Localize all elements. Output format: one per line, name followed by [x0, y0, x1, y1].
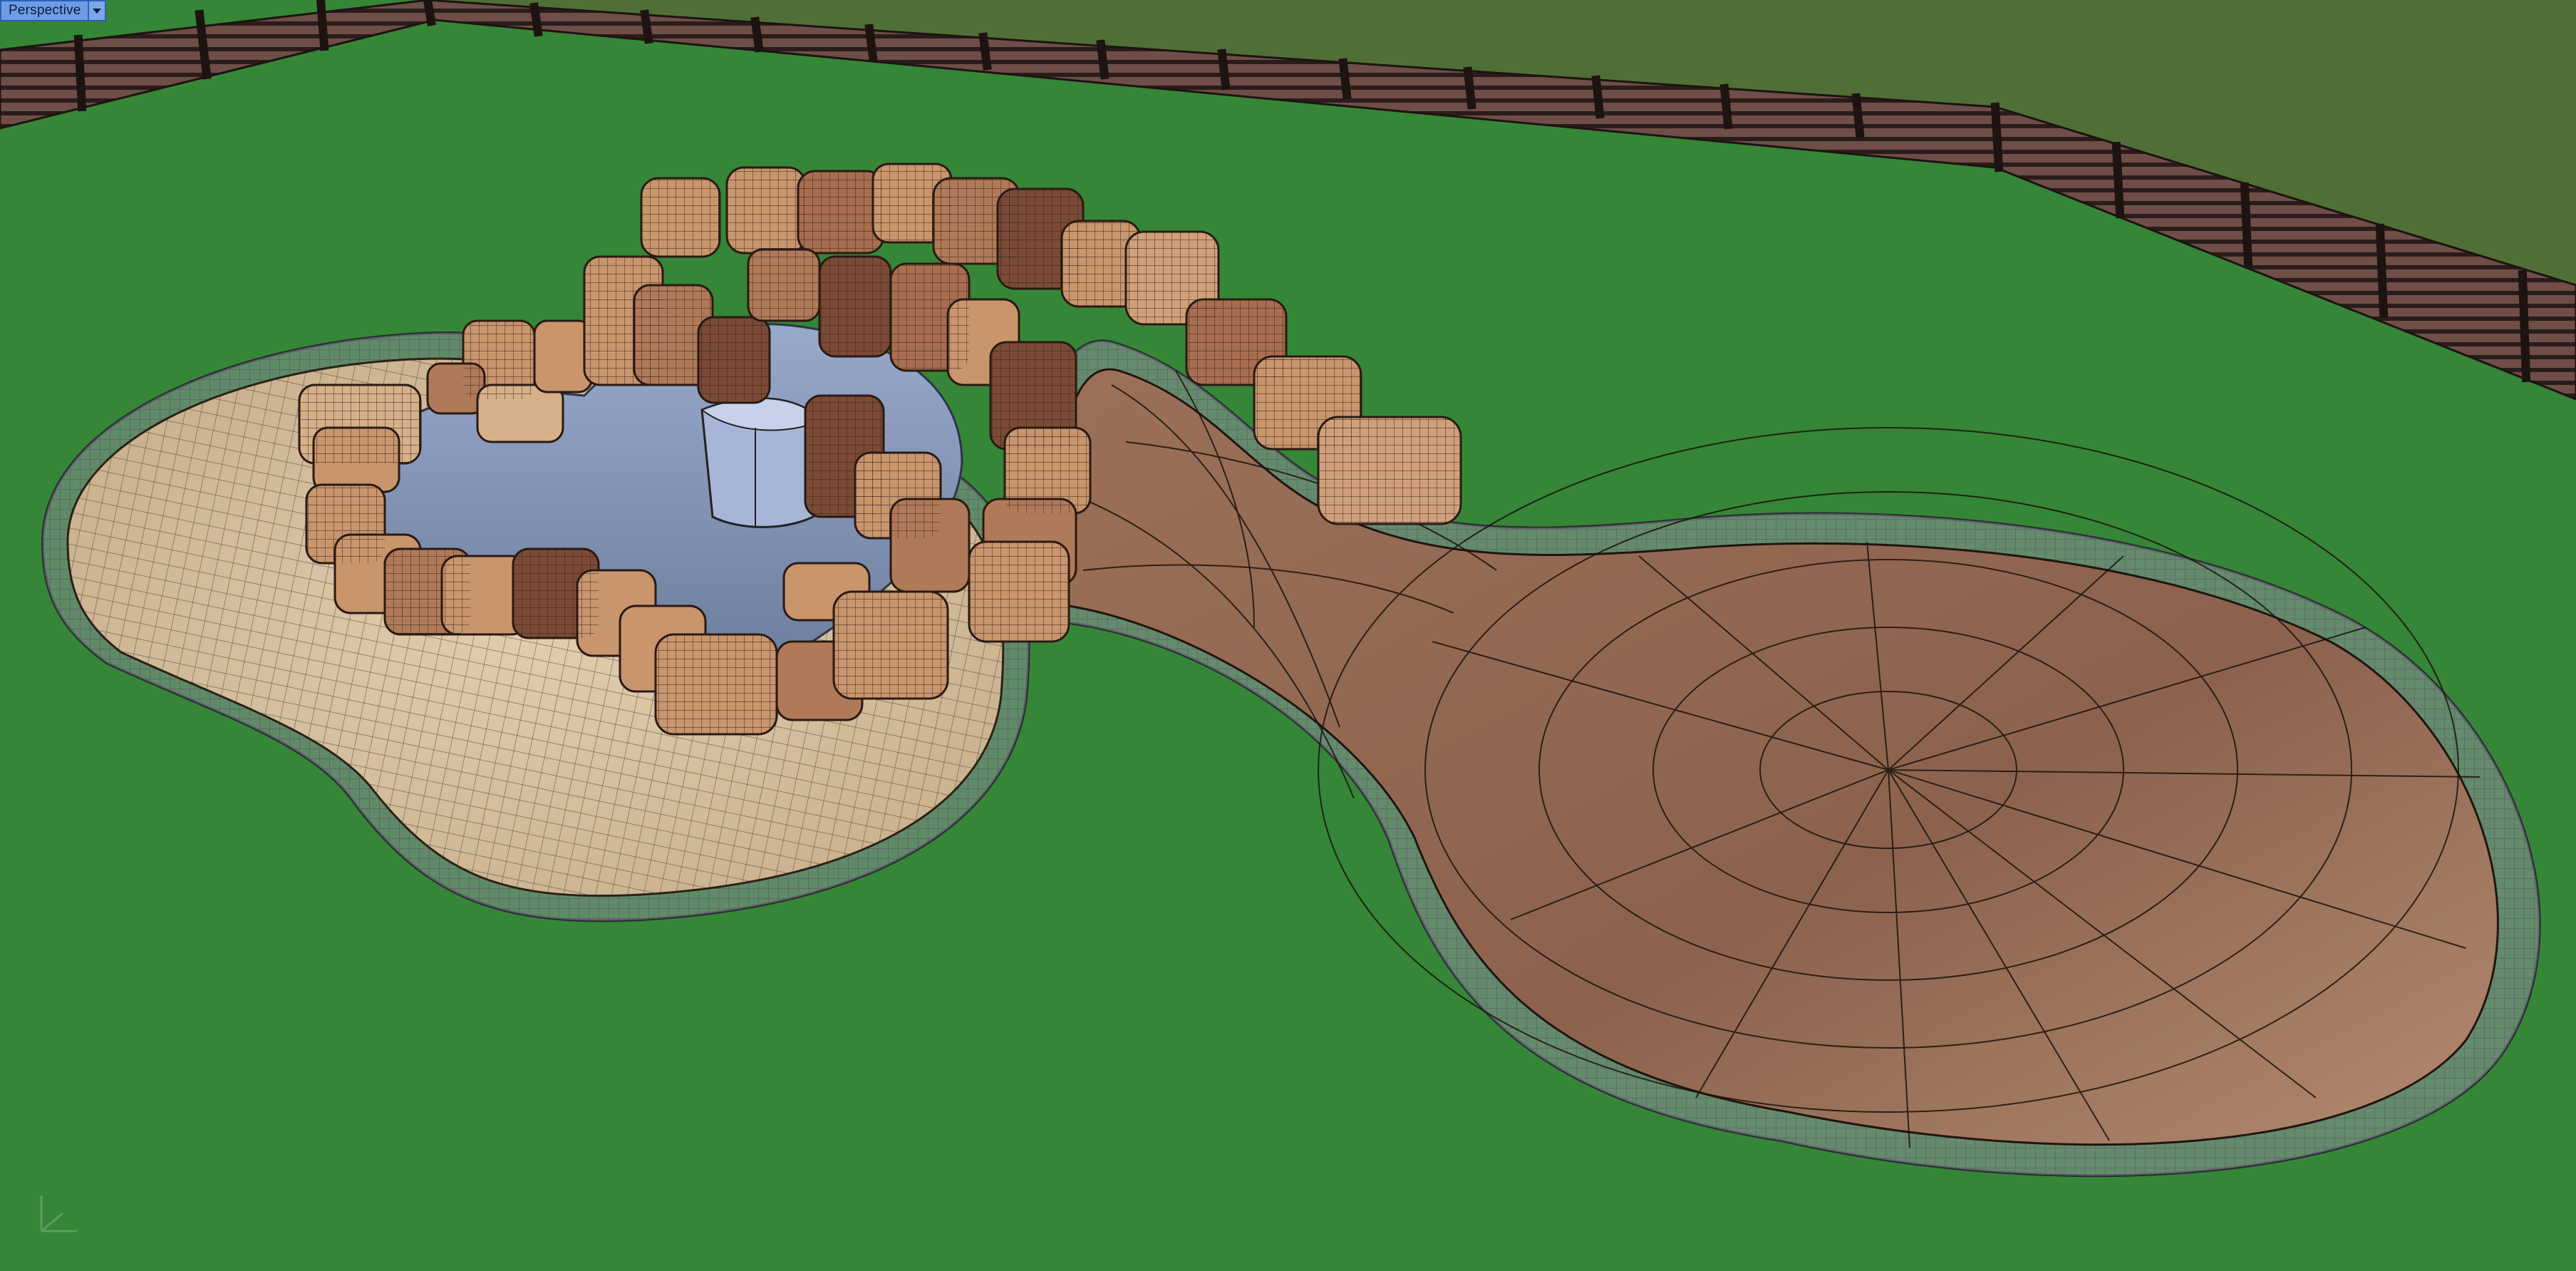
3d-scene[interactable]: [0, 0, 2576, 1271]
perspective-viewport[interactable]: Perspective: [0, 0, 2576, 1271]
chevron-down-icon[interactable]: [88, 1, 105, 20]
viewport-title-tab[interactable]: Perspective: [0, 0, 107, 21]
viewport-title[interactable]: Perspective: [1, 1, 88, 20]
world-axes-icon: [40, 1195, 77, 1233]
tub-block: [700, 397, 821, 528]
